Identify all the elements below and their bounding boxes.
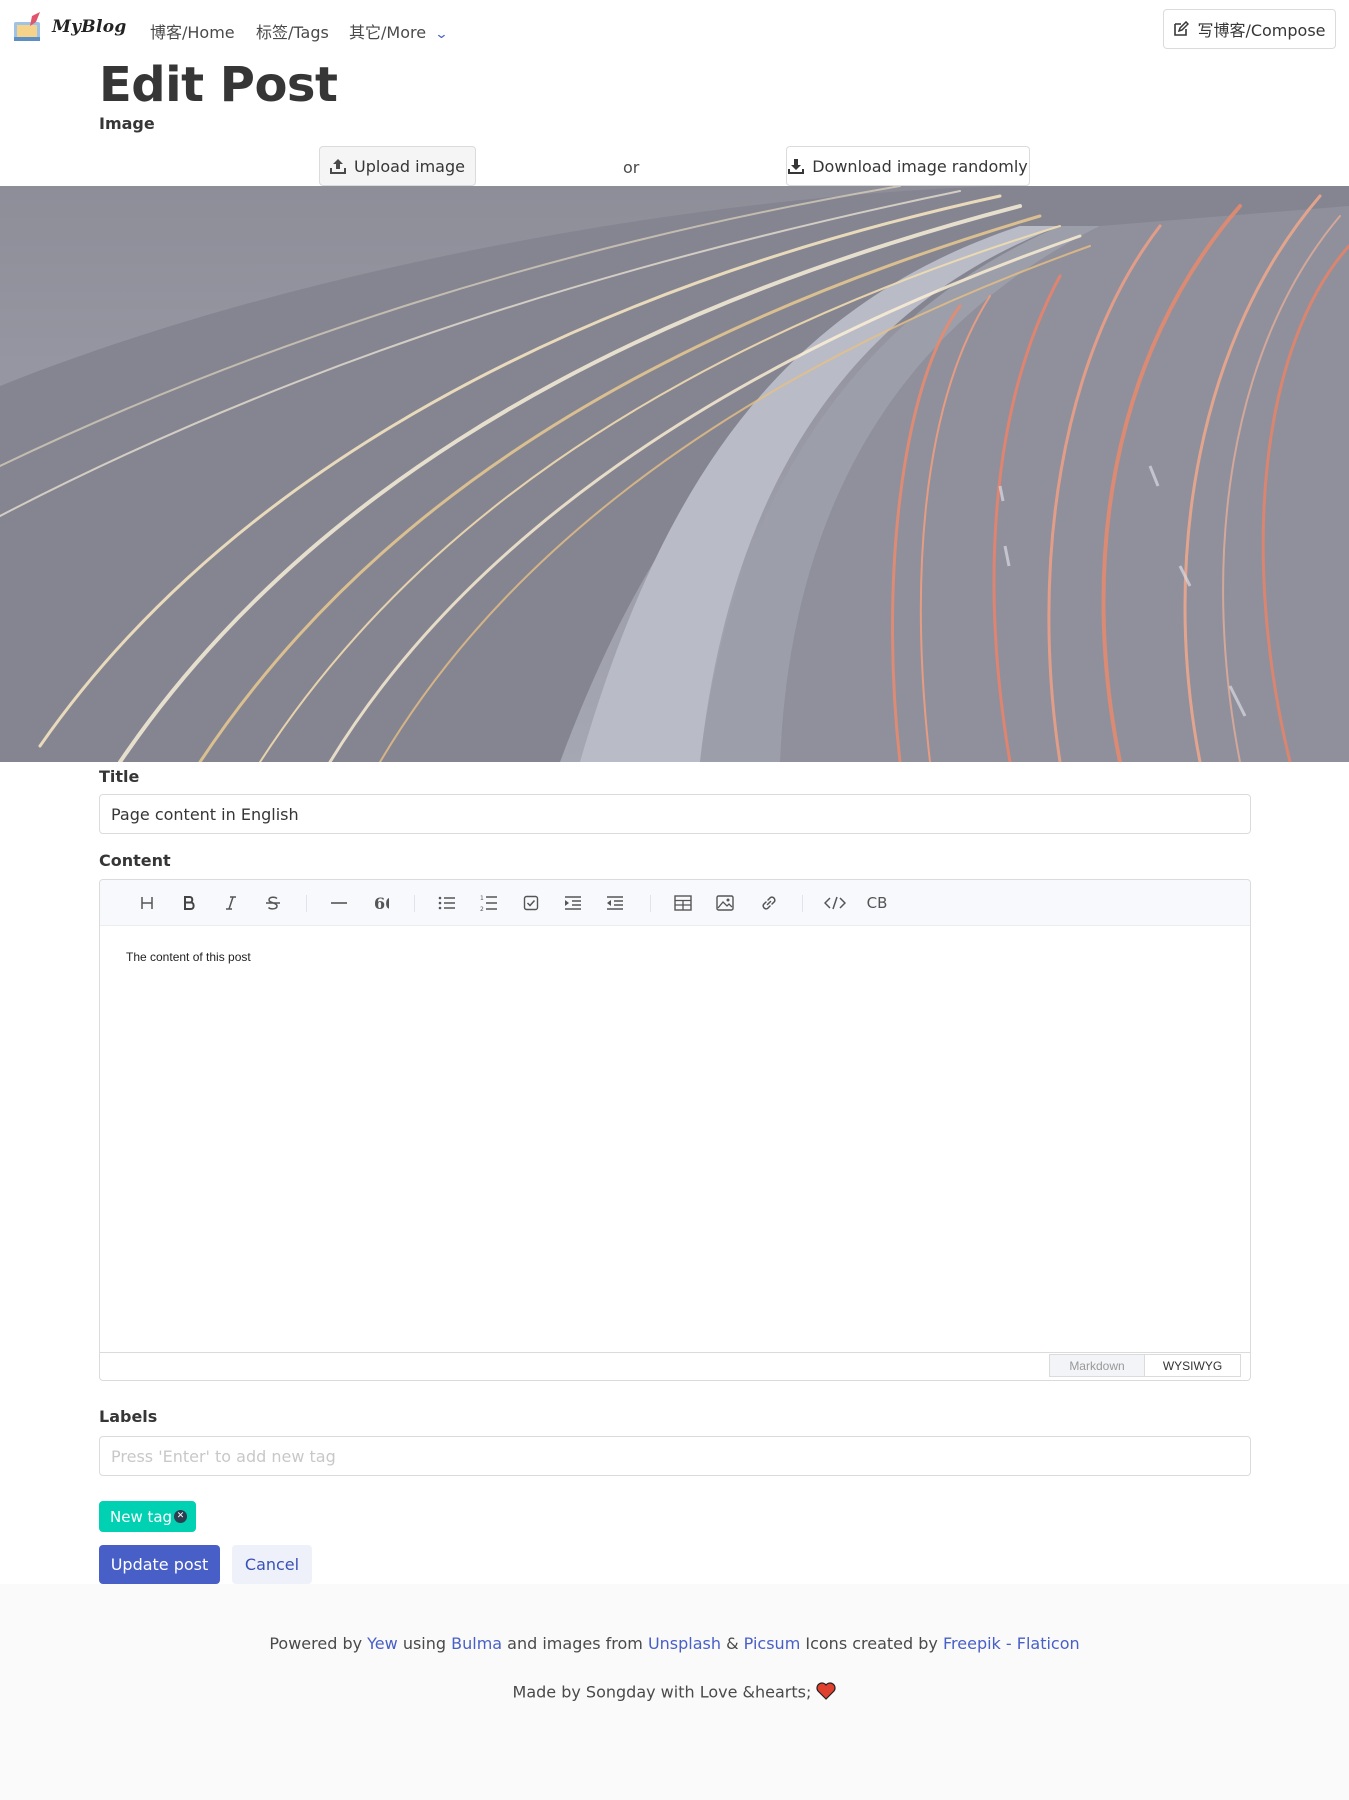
image-label: Image [99,114,155,133]
download-label: Download image randomly [812,156,1028,176]
footer-text: & [721,1634,744,1653]
markdown-editor: 66 12 CB The content of this post Markdo… [99,879,1251,1381]
footer-text: Icons created by [800,1634,943,1653]
made-by-text: Made by Songday with Love &hearts; [512,1682,817,1702]
codeblock-icon[interactable]: CB [864,890,890,916]
footer-text: using [397,1634,452,1653]
task-icon[interactable] [518,890,544,916]
footer-text: Powered by [269,1634,368,1653]
editor-content[interactable]: The content of this post [126,950,251,964]
indent-icon[interactable] [560,890,586,916]
italic-icon[interactable] [218,890,244,916]
nav-tags[interactable]: 标签/Tags [256,19,329,43]
toolbar-divider [650,895,651,912]
footer: Powered by Yew using Bulma and images fr… [0,1584,1349,1800]
quote-icon[interactable]: 66 [368,890,394,916]
strike-icon[interactable] [260,890,286,916]
or-text: or [623,158,640,177]
svg-text:1: 1 [480,895,484,902]
edit-icon [1174,21,1190,36]
ol-icon[interactable]: 12 [476,890,502,916]
nav-home[interactable]: 博客/Home [150,19,235,43]
editor-toolbar: 66 12 CB [100,880,1250,926]
brand-link[interactable]: MyBlog [12,12,127,42]
content-label: Content [99,851,171,870]
close-icon[interactable]: ✕ [174,1510,187,1523]
toolbar-divider [306,895,307,912]
brand-name: MyBlog [52,17,127,37]
page-title: Edit Post [99,57,338,113]
footer-text: and images from [502,1634,648,1653]
update-post-button[interactable]: Update post [99,1545,220,1584]
navbar: MyBlog 博客/Home 标签/Tags 其它/More ⌄ 写博客/Comp… [0,0,1349,58]
title-label: Title [99,767,140,786]
footer-made-by: Made by Songday with Love &hearts; [0,1682,1349,1704]
cover-image [0,186,1349,762]
bulma-link[interactable]: Bulma [451,1634,502,1653]
bold-icon[interactable] [176,890,202,916]
picsum-link[interactable]: Picsum [744,1634,801,1653]
markdown-mode-tab[interactable]: Markdown [1049,1354,1145,1377]
tag-label: New tag [110,1507,173,1526]
tag-input[interactable] [99,1436,1251,1476]
yew-link[interactable]: Yew [367,1634,398,1653]
tag-chip: New tag ✕ [99,1501,196,1532]
table-icon[interactable] [670,890,696,916]
upload-icon [330,159,346,174]
cancel-button[interactable]: Cancel [232,1545,312,1584]
labels-label: Labels [99,1407,158,1426]
download-icon [788,159,805,174]
image-icon[interactable] [712,890,738,916]
code-icon[interactable] [822,890,848,916]
link-icon[interactable] [756,890,782,916]
heart-icon [816,1682,837,1704]
chevron-down-icon: ⌄ [434,27,449,42]
hr-icon[interactable] [326,890,352,916]
wysiwyg-mode-tab[interactable]: WYSIWYG [1145,1354,1241,1377]
svg-text:2: 2 [480,906,484,912]
codeblock-label: CB [866,894,888,912]
nav-more-label: 其它/More [349,23,427,42]
compose-button[interactable]: 写博客/Compose [1163,9,1336,49]
download-random-image-button[interactable]: Download image randomly [786,146,1030,186]
logo-icon [12,12,44,42]
upload-label: Upload image [354,156,465,176]
compose-label: 写博客/Compose [1197,21,1326,40]
footer-credits: Powered by Yew using Bulma and images fr… [0,1634,1349,1653]
nav-more-dropdown[interactable]: 其它/More ⌄ [349,19,449,43]
unsplash-link[interactable]: Unsplash [648,1634,721,1653]
ul-icon[interactable] [434,890,460,916]
toolbar-divider [802,895,803,912]
editor-mode-bar: Markdown WYSIWYG [100,1352,1250,1380]
freepik-link[interactable]: Freepik - Flaticon [943,1634,1080,1653]
outdent-icon[interactable] [602,890,628,916]
toolbar-divider [414,895,415,912]
svg-text:66: 66 [374,895,389,911]
heading-icon[interactable] [134,890,160,916]
title-input[interactable] [99,794,1251,834]
upload-image-button[interactable]: Upload image [319,146,476,186]
